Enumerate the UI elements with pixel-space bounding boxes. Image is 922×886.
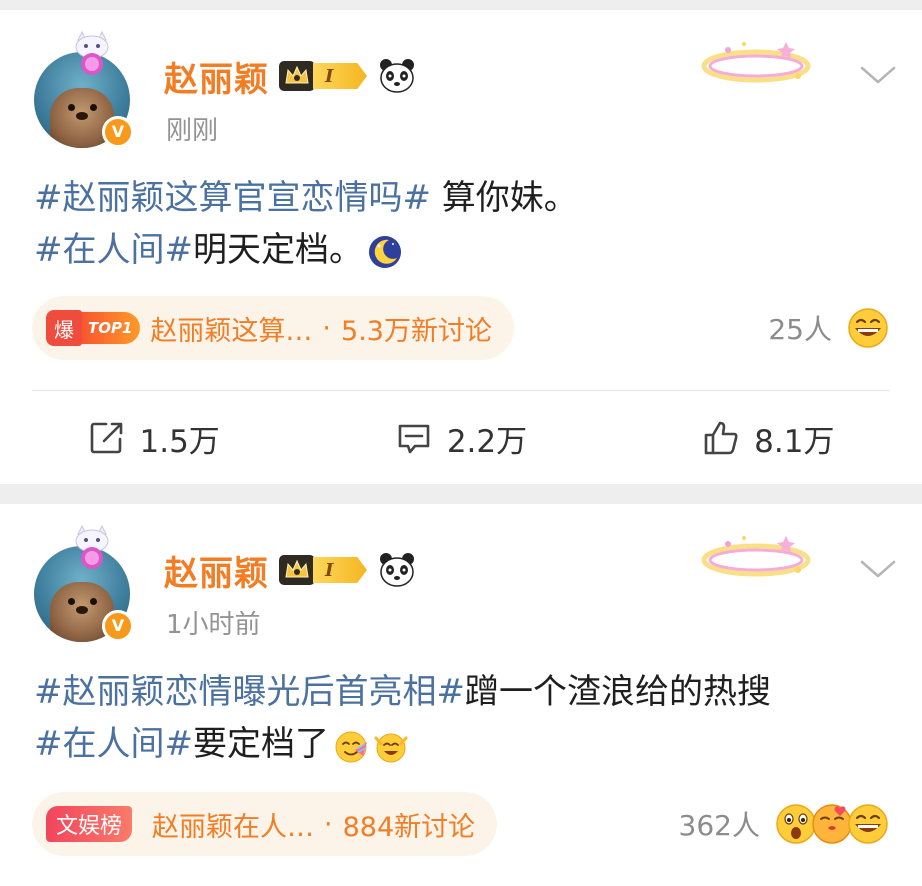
verified-badge: V <box>102 116 134 148</box>
hot-discussion-count: 5.3万新讨论 <box>341 315 492 347</box>
otter-eye <box>90 104 97 111</box>
chevron-down-icon[interactable] <box>858 62 898 88</box>
topic-link[interactable]: #在人间# <box>34 230 193 270</box>
hot-badge-main: 爆 <box>46 310 82 346</box>
post-line: #赵丽颖这算官宣恋情吗# 算你妹。 <box>34 172 894 224</box>
crown-icon <box>279 555 315 585</box>
otter-eye <box>68 598 75 605</box>
action-divider <box>32 390 890 391</box>
reaction-count: 25人 <box>768 313 832 346</box>
laugh-emoji-icon <box>848 804 888 844</box>
reaction-summary[interactable]: 25人 <box>768 306 890 350</box>
comment-count: 2.2万 <box>446 423 528 460</box>
topic-link[interactable]: #赵丽颖这算官宣恋情吗# <box>34 178 431 218</box>
post-body: #赵丽颖恋情曝光后首亮相#蹭一个渣浪给的热搜 #在人间#要定档了 <box>34 666 894 770</box>
repost-count: 1.5万 <box>139 423 220 460</box>
hot-search-pill[interactable]: 文娱榜 赵丽颖在人… · 884新讨论 <box>32 792 498 856</box>
hot-separator: · <box>324 808 333 840</box>
username[interactable]: 赵丽颖 <box>164 546 269 595</box>
post-body: #赵丽颖这算官宣恋情吗# 算你妹。 #在人间#明天定档。 <box>34 172 894 276</box>
reaction-summary[interactable]: 362人 <box>679 802 890 846</box>
verified-badge: V <box>102 610 134 642</box>
sparkle-decoration-icon <box>701 536 811 577</box>
otter-eye <box>90 598 97 605</box>
post-text: 算你妹。 <box>430 178 578 218</box>
chevron-down-icon[interactable] <box>858 556 898 582</box>
repost-button[interactable]: 1.5万 <box>0 408 307 468</box>
repost-icon <box>90 422 122 454</box>
party-emoji-icon <box>335 731 367 762</box>
cheer-emoji-icon <box>374 733 408 762</box>
vip-level-badge[interactable]: I <box>279 553 367 587</box>
post-text: 蹭一个渣浪给的热搜 <box>464 672 771 712</box>
level-tag: I <box>313 63 367 89</box>
otter-nose <box>76 606 88 614</box>
entertainment-rank-badge: 文娱榜 <box>46 804 142 844</box>
laugh-emoji-icon <box>848 308 888 348</box>
thumbs-up-icon <box>704 421 738 455</box>
post-timestamp: 刚刚 <box>166 116 219 146</box>
hot-separator: · <box>322 312 332 344</box>
post-line: #在人间#明天定档。 <box>34 224 894 276</box>
avatar[interactable]: V <box>34 30 134 152</box>
hot-topic: 赵丽颖这算… <box>150 315 313 347</box>
like-count: 8.1万 <box>754 423 835 460</box>
panda-icon <box>380 59 414 93</box>
post-text: 要定档了 <box>192 724 329 764</box>
comment-button[interactable]: 2.2万 <box>307 408 614 468</box>
reaction-emojis <box>774 802 890 846</box>
post-text: 明天定档。 <box>192 230 363 270</box>
level-tag: I <box>313 557 367 583</box>
topic-link[interactable]: #在人间# <box>34 724 193 764</box>
name-row: 赵丽颖 I <box>164 52 417 101</box>
cat-pendant-icon <box>75 524 109 569</box>
post-card[interactable]: V 赵丽颖 I 刚刚 #赵丽颖这算官宣恋情吗# 算你妹。 #在人间#明天定档。 … <box>0 10 922 484</box>
name-row: 赵丽颖 I <box>164 546 417 595</box>
like-button[interactable]: 8.1万 <box>615 408 922 468</box>
moon-emoji-icon <box>368 235 401 268</box>
post-card[interactable]: V 赵丽颖 I 1小时前 #赵丽颖恋情曝光后首亮相#蹭一个渣浪给的热搜 #在人间… <box>0 504 922 886</box>
hot-rank-badge: 爆 TOP1 <box>46 308 141 348</box>
hot-discussion-count: 884新讨论 <box>342 811 476 843</box>
reaction-emojis <box>846 306 890 350</box>
otter-eye <box>68 104 75 111</box>
avatar[interactable]: V <box>34 524 134 646</box>
cat-pendant-icon <box>75 30 109 75</box>
otter-nose <box>76 112 88 120</box>
post-timestamp: 1小时前 <box>166 610 261 640</box>
action-bar: 1.5万 2.2万 8.1万 <box>0 408 922 468</box>
post-line: #赵丽颖恋情曝光后首亮相#蹭一个渣浪给的热搜 <box>34 666 894 718</box>
reaction-count: 362人 <box>678 809 760 842</box>
hot-badge-rank: TOP1 <box>82 312 141 344</box>
username[interactable]: 赵丽颖 <box>164 52 269 101</box>
vip-level-badge[interactable]: I <box>279 59 367 93</box>
sparkle-decoration-icon <box>701 42 811 83</box>
crown-icon <box>279 61 315 91</box>
hot-topic: 赵丽颖在人… <box>152 811 315 843</box>
topic-link[interactable]: #赵丽颖恋情曝光后首亮相# <box>34 672 465 712</box>
comment-icon <box>398 424 430 454</box>
panda-icon <box>380 553 414 587</box>
weibo-feed: V 赵丽颖 I 刚刚 #赵丽颖这算官宣恋情吗# 算你妹。 #在人间#明天定档。 … <box>0 0 922 886</box>
hot-search-pill[interactable]: 爆 TOP1 赵丽颖这算… · 5.3万新讨论 <box>32 296 514 360</box>
post-line: #在人间#要定档了 <box>34 718 894 770</box>
hot-badge-main: 文娱榜 <box>46 806 133 842</box>
